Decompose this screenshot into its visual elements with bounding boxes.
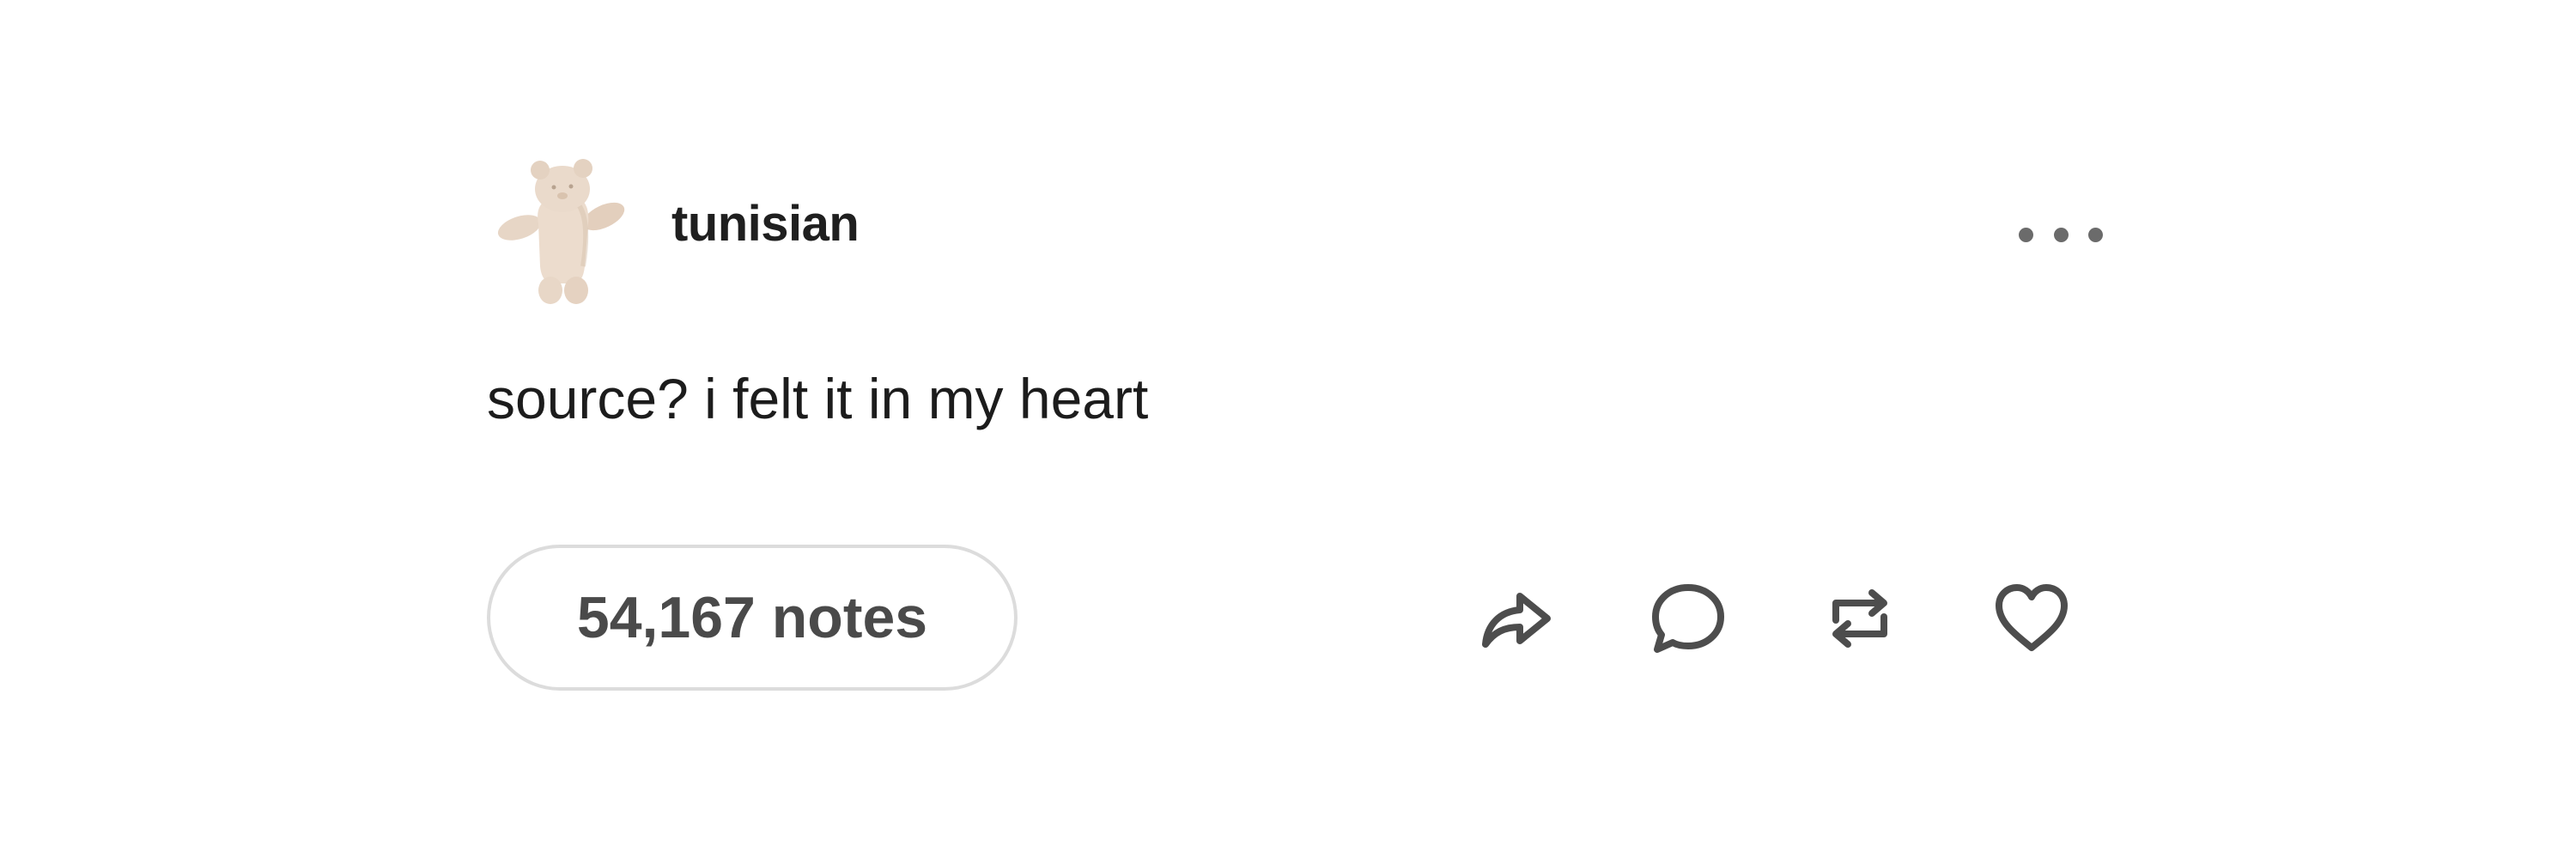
notes-button[interactable]: 54,167 notes bbox=[487, 545, 1018, 691]
like-button[interactable] bbox=[1990, 577, 2073, 660]
more-options-dot bbox=[2053, 227, 2069, 242]
reblog-button[interactable] bbox=[1819, 577, 1901, 660]
heart-icon bbox=[1996, 584, 2068, 651]
reply-button[interactable] bbox=[1647, 577, 1729, 660]
post-body-text: source? i felt it in my heart bbox=[487, 367, 1149, 430]
more-options-icon bbox=[2019, 227, 2033, 242]
reply-icon bbox=[1652, 584, 1724, 653]
reblog-icon bbox=[1832, 589, 1887, 648]
share-button[interactable] bbox=[1475, 577, 1558, 660]
notes-count-label: 54,167 notes bbox=[576, 585, 928, 650]
tumblr-post: tunisian source? i felt it in my heart 5… bbox=[0, 0, 2576, 859]
username[interactable]: tunisian bbox=[671, 199, 860, 249]
avatar[interactable] bbox=[494, 155, 631, 305]
share-icon bbox=[1482, 593, 1551, 648]
teddy-bear-avatar-icon bbox=[497, 159, 625, 304]
more-options-dot bbox=[2088, 227, 2103, 242]
more-options-button[interactable] bbox=[2014, 217, 2108, 252]
